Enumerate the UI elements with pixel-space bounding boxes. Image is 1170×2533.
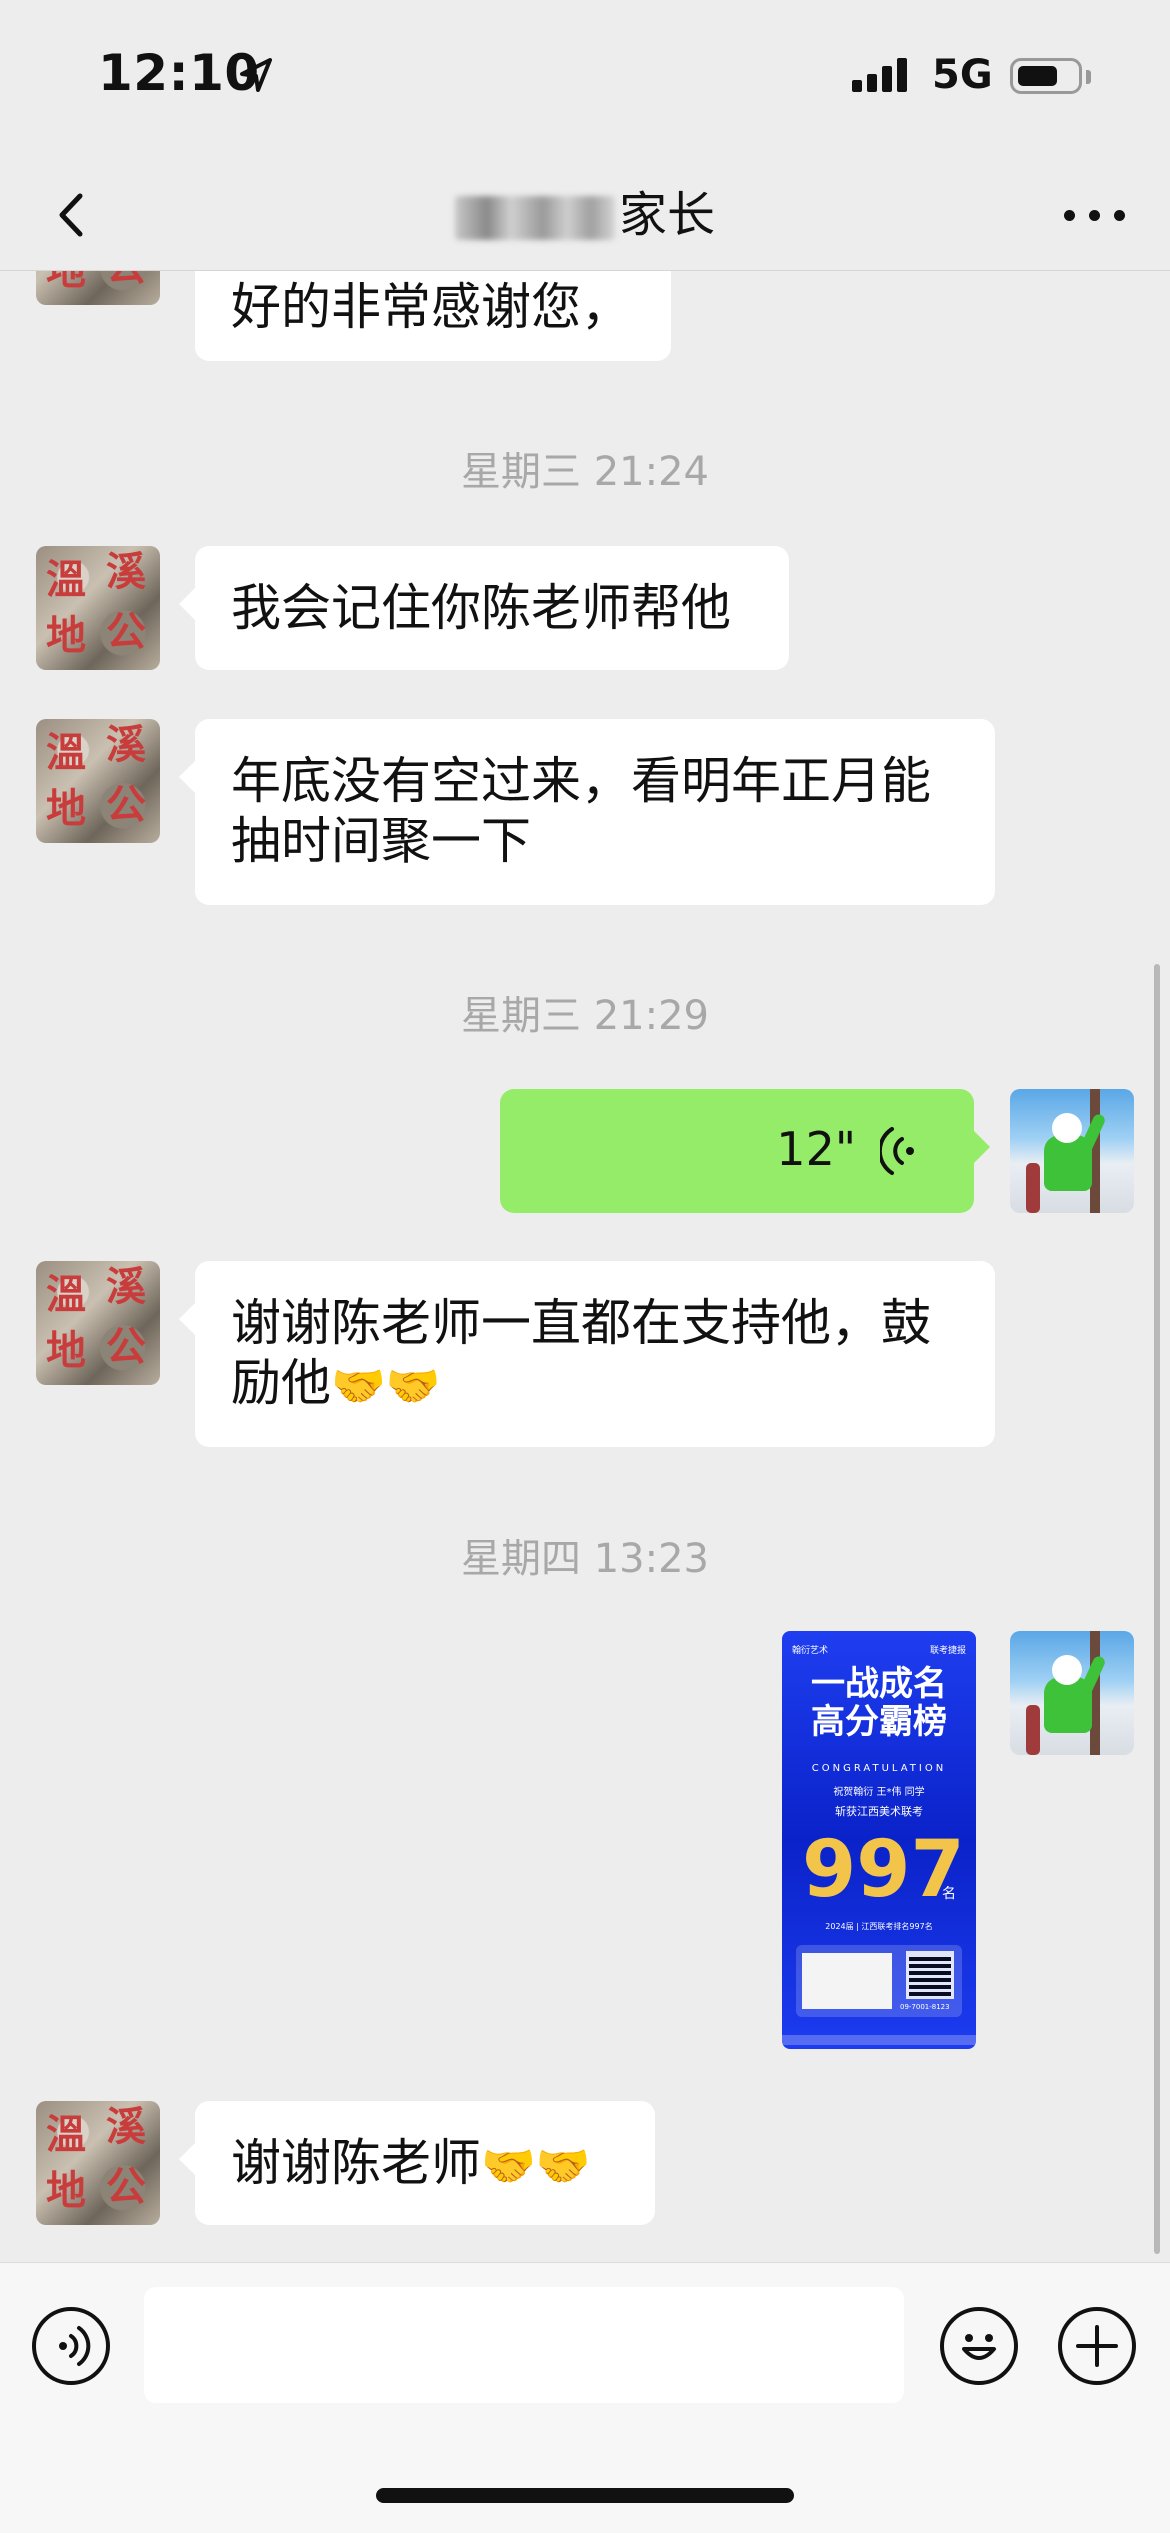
avatar-char: 公 [106,2164,146,2210]
poster-title-line: 一战成名 [811,1664,947,1704]
poster-caption: 2024届 | 江西联考排名997名 [825,1922,933,1931]
poster-phone: 09-7001-8123 [900,2003,950,2011]
avatar-char: 地 [46,613,86,659]
avatar-char: 公 [106,271,146,287]
plus-button[interactable] [1058,2307,1136,2385]
smile-icon [962,2334,996,2360]
message-text-line: 年底没有空过来，看明年正月能 [231,752,931,810]
poster-congrats: CONGRATULATION [811,1763,947,1774]
emoji-button[interactable] [940,2307,1018,2385]
plus-icon [1076,2325,1118,2367]
poster-line: 斩获江西美术联考 [835,1805,923,1818]
poster-header: 翰衍艺术 联考捷报 [792,1643,966,1656]
poster-line: 祝贺翰衍 王*伟 同学 [833,1787,925,1798]
poster-brand: 翰衍艺术 [792,1646,829,1656]
message-text-line: 谢谢陈老师一直都在支持他，鼓 [231,1294,931,1352]
voice-input-button[interactable] [32,2307,110,2385]
poster-title-line: 高分霸榜 [811,1702,947,1742]
message-bubble[interactable]: 好的非常感谢您， [195,271,671,361]
timestamp: 星期三 21:24 [461,449,709,495]
message-text-line: 励他 [231,1354,331,1412]
home-indicator [376,2488,794,2503]
location-arrow-icon [240,58,272,92]
avatar-char: 公 [106,782,146,828]
poster-card: 09-7001-8123 [796,1945,962,2017]
contact-avatar[interactable]: 溫 溪 地 公 [36,271,160,305]
avatar-char: 溫 [46,1272,86,1318]
poster-badge: 联考捷报 [929,1646,966,1656]
chat-title-text: 家长 [618,187,715,243]
message-text: 我会记住你陈老师帮他 [231,579,731,637]
avatar-char: 地 [46,1328,86,1374]
message-bubble[interactable]: 我会记住你陈老师帮他 [179,546,789,670]
poster-title: 一战成名 高分霸榜 [782,1665,976,1741]
battery-icon [1010,58,1082,94]
avatar-char: 溪 [106,2104,146,2150]
battery-cap [1086,70,1091,84]
network-label: 5G [932,52,993,98]
contact-avatar[interactable]: 溫 溪 地 公 [36,1261,160,1385]
chat-scrollbar[interactable] [1154,964,1160,2254]
status-bar: 12:10 5G [0,0,1170,160]
avatar-char: 地 [46,2168,86,2214]
qr-code-icon [906,1951,954,1999]
nav-bar: 家长 [0,160,1170,271]
avatar-char: 溪 [106,722,146,768]
message-text: 好的非常感谢您， [231,278,631,336]
chat-area[interactable]: 溫 溪 地 公 好的非常感谢您， 星期三 21:24 溫 溪 地 公 我会记住你… [0,271,1170,2261]
avatar-char: 公 [106,1324,146,1370]
contact-avatar[interactable]: 溫 溪 地 公 [36,719,160,843]
chat-title: 家长 [0,180,1170,250]
poster-score: 997 [802,1825,965,1915]
voice-duration: 12" [776,1122,856,1176]
timestamp: 星期四 13:23 [461,1536,709,1582]
message-input[interactable] [144,2287,904,2403]
image-message[interactable]: 翰衍艺术 联考捷报 一战成名 高分霸榜 CONGRATULATION 祝贺翰衍 … [782,1631,976,2049]
avatar-char: 溪 [106,1264,146,1310]
contact-avatar[interactable]: 溫 溪 地 公 [36,546,160,670]
my-avatar[interactable] [1010,1631,1134,1755]
voice-message-bubble[interactable]: 12" [500,1089,990,1213]
contact-avatar[interactable]: 溫 溪 地 公 [36,2101,160,2225]
voice-wave-icon [59,2326,91,2366]
message-bubble[interactable]: 年底没有空过来，看明年正月能 抽时间聚一下 [179,719,995,905]
avatar-char: 溪 [106,549,146,595]
avatar-char: 溫 [46,557,86,603]
blurred-contact-name [454,196,615,240]
message-text: 谢谢陈老师 [231,2134,481,2192]
message-bubble[interactable]: 谢谢陈老师一直都在支持他，鼓 励他🤝🤝 [179,1261,995,1447]
my-avatar[interactable] [1010,1089,1134,1213]
poster-certificate [802,1953,892,2009]
handshake-emoji: 🤝🤝 [481,2140,591,2192]
avatar-char: 公 [106,609,146,655]
message-text-line: 抽时间聚一下 [231,812,531,870]
avatar-char: 地 [46,271,86,294]
poster-score-unit: 名 [942,1886,956,1902]
voice-wave-icon [880,1127,914,1175]
avatar-char: 地 [46,786,86,832]
avatar-char: 溫 [46,730,86,776]
handshake-emoji: 🤝🤝 [331,1360,441,1412]
avatar-char: 溫 [46,2112,86,2158]
signal-icon [852,58,914,92]
timestamp: 星期三 21:29 [461,993,709,1039]
more-button[interactable] [1060,200,1130,230]
message-bubble[interactable]: 谢谢陈老师🤝🤝 [179,2101,655,2225]
poster-footer [782,2035,976,2045]
